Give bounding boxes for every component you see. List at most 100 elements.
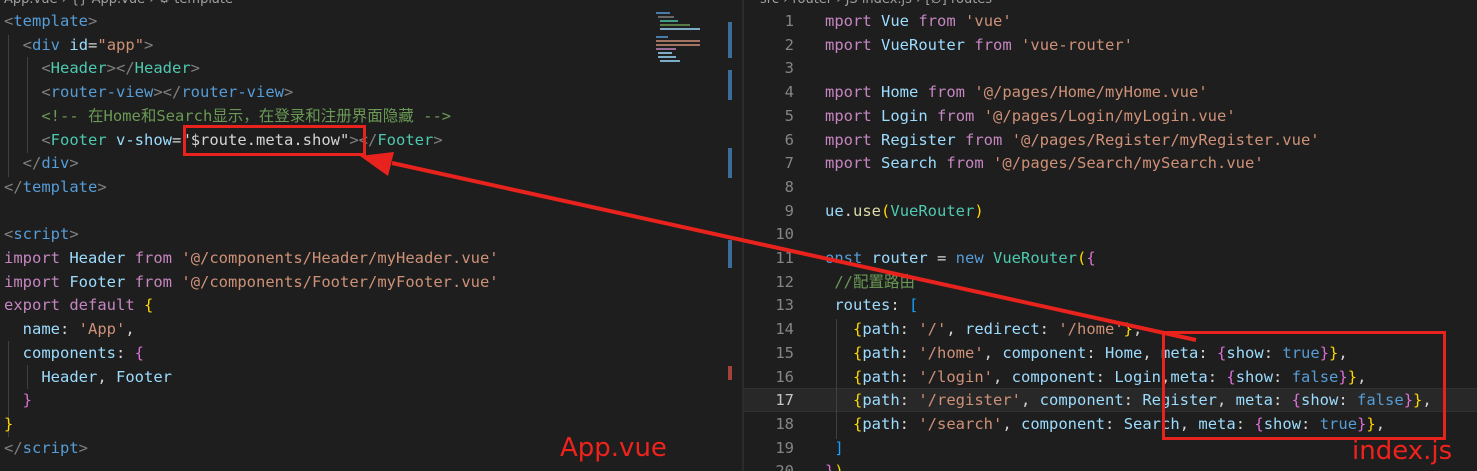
code-token: component [1039, 391, 1124, 410]
code-token: , [946, 320, 966, 339]
code-token: router-view [181, 83, 284, 102]
code-line: <div id="app"> [4, 33, 154, 57]
code-token: "app" [97, 35, 145, 54]
highlight-box-meta-show [1162, 331, 1446, 440]
code-token: { [853, 343, 863, 362]
code-token: : [899, 391, 919, 410]
code-token: { [853, 414, 863, 433]
code-token: Home [881, 83, 919, 102]
code-token: path [862, 367, 900, 386]
code-token: redirect [965, 320, 1040, 339]
code-token: { [1086, 249, 1096, 267]
line-number: 7 [784, 154, 794, 173]
code-token: Header [134, 59, 191, 78]
code-token: , [983, 343, 1003, 362]
code-token: > [69, 154, 79, 173]
code-line: import Footer from '@/components/Footer/… [4, 270, 499, 294]
code-token: <!-- 在Home和Search显示，在登录和注册界面隐藏 --> [41, 106, 452, 125]
code-token: router [871, 249, 928, 267]
code-token: components [22, 343, 116, 362]
code-token: , [125, 320, 135, 339]
code-token: mport [825, 83, 872, 102]
code-line: <template> [4, 9, 97, 33]
code-token: : [116, 343, 135, 362]
code-line: mport Vue from 'vue' [825, 9, 1012, 33]
breadcrumb[interactable]: App.vue › {} App.vue › ⚙ template [4, 0, 233, 9]
code-token: : [1095, 367, 1115, 386]
code-token: router-view [50, 83, 154, 102]
code-token: from [134, 249, 173, 267]
code-token: 'App' [78, 320, 126, 339]
minimap[interactable] [652, 10, 710, 70]
code-line: onst router = new VueRouter({ [825, 246, 1096, 270]
code-token: } [4, 414, 14, 433]
code-token: } [22, 391, 33, 410]
code-token: > [433, 130, 443, 149]
line-number: 12 [775, 272, 794, 291]
scroll-marker [728, 366, 732, 380]
code-token: '@/components/Header/myHeader.vue' [181, 249, 499, 267]
code-token: : [899, 320, 919, 339]
code-token: import [4, 272, 60, 291]
line-number: 9 [784, 201, 794, 220]
code-token: ] [834, 438, 844, 457]
code-token: </ [4, 438, 23, 457]
code-token: div [32, 35, 61, 54]
caption-app-vue: App.vue [560, 433, 667, 463]
code-token: id [69, 35, 89, 54]
code-token: = [172, 130, 182, 149]
code-token: Home [1105, 343, 1143, 362]
code-token: '@/components/Footer/myFooter.vue' [181, 272, 499, 291]
code-token: 'vue-router' [1021, 35, 1134, 54]
code-token: new [955, 249, 984, 267]
code-line: </div> [4, 151, 79, 175]
caption-index-js: index.js [1352, 436, 1453, 466]
code-token: from [937, 106, 975, 125]
code-token: ) [974, 201, 984, 220]
code-token: : [899, 343, 919, 362]
code-token: VueRouter [890, 201, 975, 220]
code-token: = [927, 249, 956, 267]
code-token: } [825, 462, 834, 471]
code-token: : [899, 414, 919, 433]
code-token: Login [881, 106, 928, 125]
code-token: path [862, 343, 900, 362]
code-token: < [41, 59, 51, 78]
code-token: > [97, 177, 107, 196]
breadcrumb[interactable]: src › router › JS index.js › [∅] routes [760, 0, 992, 9]
code-token: : [1086, 343, 1106, 362]
code-token: < [22, 35, 33, 54]
code-token: , [1133, 320, 1143, 339]
code-token: path [862, 414, 900, 433]
code-token: . [843, 201, 854, 220]
code-token: onst [825, 249, 863, 267]
line-number: 4 [784, 83, 794, 102]
scrollbar[interactable] [726, 0, 740, 471]
code-token: mport [825, 154, 872, 173]
code-token: ue [825, 201, 844, 220]
code-token: < [41, 83, 51, 102]
left-editor-pane[interactable]: App.vue › {} App.vue › ⚙ template <templ… [0, 0, 742, 471]
code-token: use [853, 201, 882, 220]
code-token: 'vue' [965, 12, 1012, 30]
code-line: {path: '/', redirect: '/home'}, [825, 317, 1142, 341]
code-token: Login [1114, 367, 1162, 386]
code-line: mport Register from '@/pages/Register/my… [825, 128, 1320, 152]
line-number: 19 [775, 438, 794, 457]
code-token: ( [881, 201, 891, 220]
code-token: > [190, 59, 201, 78]
code-token: } [1123, 320, 1134, 339]
